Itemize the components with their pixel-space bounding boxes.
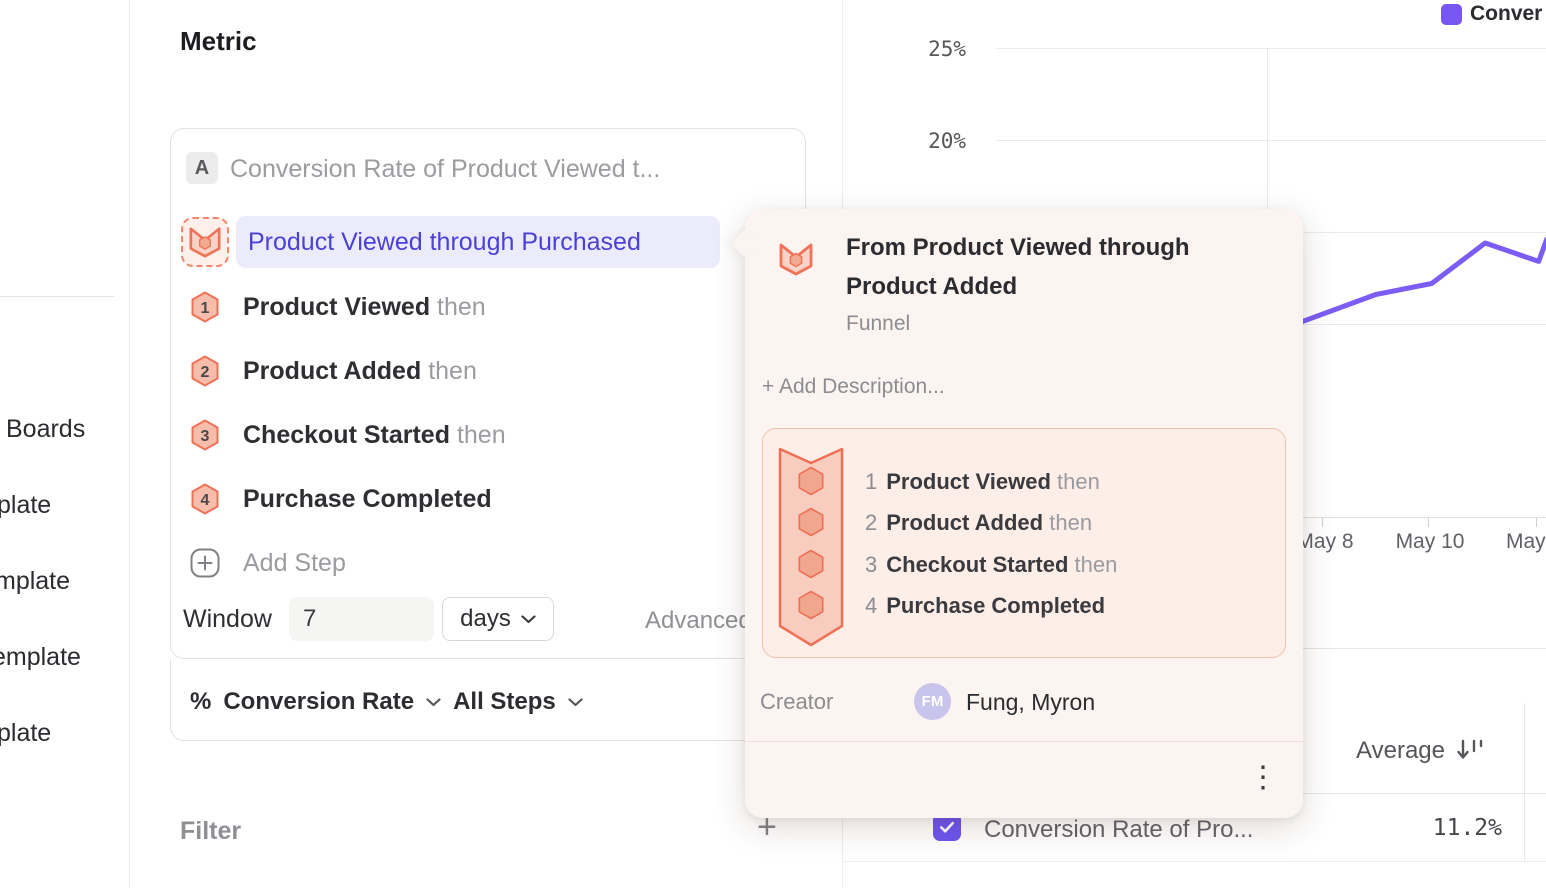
steps-scope-dropdown[interactable]: All Steps xyxy=(453,688,583,716)
filter-section-title: Filter xyxy=(180,817,241,846)
x-tick-label: May 10 xyxy=(1385,530,1475,554)
funnel-metric-icon[interactable] xyxy=(181,217,229,267)
step-name: Purchase Completed xyxy=(243,485,492,513)
app-root: Boards plate mplate emplate plate Metric… xyxy=(0,0,1546,888)
kebab-menu-icon[interactable]: ⋮ xyxy=(1248,761,1278,795)
add-step-button[interactable]: Add Step xyxy=(190,548,220,578)
metric-section-title: Metric xyxy=(180,26,257,57)
funnel-details-popover: From Product Viewed through Product Adde… xyxy=(745,209,1303,818)
svg-text:3: 3 xyxy=(201,428,210,445)
funnel-step-4[interactable]: 4 Purchase Completed xyxy=(190,483,750,515)
step-then: then xyxy=(428,357,477,385)
x-tick-label: May xyxy=(1506,530,1546,554)
funnel-icon xyxy=(778,240,814,278)
popover-step-2: 2Product Added then xyxy=(865,510,1092,536)
svg-text:1: 1 xyxy=(201,300,210,317)
avatar: FM xyxy=(914,683,951,720)
step-name: Product Viewed xyxy=(243,293,430,321)
svg-text:4: 4 xyxy=(201,492,210,509)
step-1-hexagon-badge: 1 xyxy=(190,291,220,323)
measure-dropdown[interactable]: Conversion Rate xyxy=(223,688,441,716)
step-3-hexagon-badge: 3 xyxy=(190,419,220,451)
window-unit-select[interactable]: days xyxy=(442,597,554,641)
creator-label: Creator xyxy=(760,689,833,715)
legend-label: Conver xyxy=(1470,2,1542,26)
gridline xyxy=(997,140,1546,141)
legend-swatch xyxy=(1441,4,1462,25)
chevron-down-icon xyxy=(521,615,536,624)
x-axis-tick xyxy=(1428,518,1429,527)
step-2-hexagon-badge: 2 xyxy=(190,355,220,387)
y-tick-label: 20% xyxy=(906,129,966,153)
table-row-average-value: 11.2% xyxy=(1380,815,1502,841)
sidebar-item-template-1[interactable]: plate xyxy=(0,490,51,520)
popover-step-1: 1Product Viewed then xyxy=(865,469,1100,495)
sidebar-item-boards[interactable]: Boards xyxy=(6,414,85,444)
sidebar-item-template-3[interactable]: emplate xyxy=(0,642,81,672)
average-column-header[interactable]: Average xyxy=(1300,737,1445,765)
creator-name: Fung, Myron xyxy=(966,689,1095,716)
step-then: then xyxy=(457,421,506,449)
step-name: Checkout Started xyxy=(243,421,450,449)
funnel-step-3[interactable]: 3 Checkout Started then xyxy=(190,419,750,451)
sidebar: Boards plate mplate emplate plate xyxy=(0,0,130,888)
funnel-ribbon-graphic xyxy=(778,446,844,648)
step-4-hexagon-badge: 4 xyxy=(190,483,220,515)
sidebar-divider xyxy=(0,296,114,297)
plus-circle-icon xyxy=(190,548,220,578)
popover-step-3: 3Checkout Started then xyxy=(865,552,1117,578)
x-axis-tick xyxy=(1322,518,1323,527)
window-value-input[interactable] xyxy=(289,597,434,641)
popover-divider xyxy=(745,741,1303,742)
window-unit-value: days xyxy=(460,605,511,633)
chevron-down-icon xyxy=(568,698,583,707)
metric-card xyxy=(170,128,806,659)
series-badge: A xyxy=(186,152,218,184)
advanced-link[interactable]: Advanced xyxy=(645,607,752,635)
sidebar-item-template-2[interactable]: mplate xyxy=(0,566,70,596)
step-then: then xyxy=(437,293,486,321)
check-icon xyxy=(937,817,957,837)
svg-text:2: 2 xyxy=(201,364,210,381)
sort-descending-icon[interactable] xyxy=(1455,736,1485,764)
chevron-down-icon xyxy=(426,698,441,707)
popover-step-4: 4Purchase Completed xyxy=(865,593,1105,619)
funnel-step-2[interactable]: 2 Product Added then xyxy=(190,355,750,387)
funnel-step-1[interactable]: 1 Product Viewed then xyxy=(190,291,750,323)
step-name: Product Added xyxy=(243,357,421,385)
funnel-summary-box: 1Product Viewed then 2Product Added then… xyxy=(762,428,1286,658)
measure-controls: % Conversion Rate All Steps xyxy=(190,688,583,716)
x-axis-tick xyxy=(1536,518,1537,527)
gridline xyxy=(997,48,1546,49)
table-column-divider xyxy=(1524,703,1525,861)
selected-event-pill[interactable]: Product Viewed through Purchased xyxy=(236,216,720,268)
y-tick-label: 25% xyxy=(906,37,966,61)
window-label: Window xyxy=(183,605,272,634)
percent-icon: % xyxy=(190,688,211,716)
add-step-label: Add Step xyxy=(243,548,346,578)
table-row-label[interactable]: Conversion Rate of Pro... xyxy=(984,816,1253,844)
table-row-border xyxy=(843,861,1546,862)
funnel-icon xyxy=(188,224,222,260)
sidebar-item-template-4[interactable]: plate xyxy=(0,718,51,748)
popover-type-label: Funnel xyxy=(846,312,910,336)
series-title[interactable]: Conversion Rate of Product Viewed t... xyxy=(230,155,660,184)
legend-item[interactable]: Conver xyxy=(1441,2,1542,26)
popover-title: From Product Viewed through Product Adde… xyxy=(846,228,1246,306)
add-description-link[interactable]: + Add Description... xyxy=(762,375,945,399)
